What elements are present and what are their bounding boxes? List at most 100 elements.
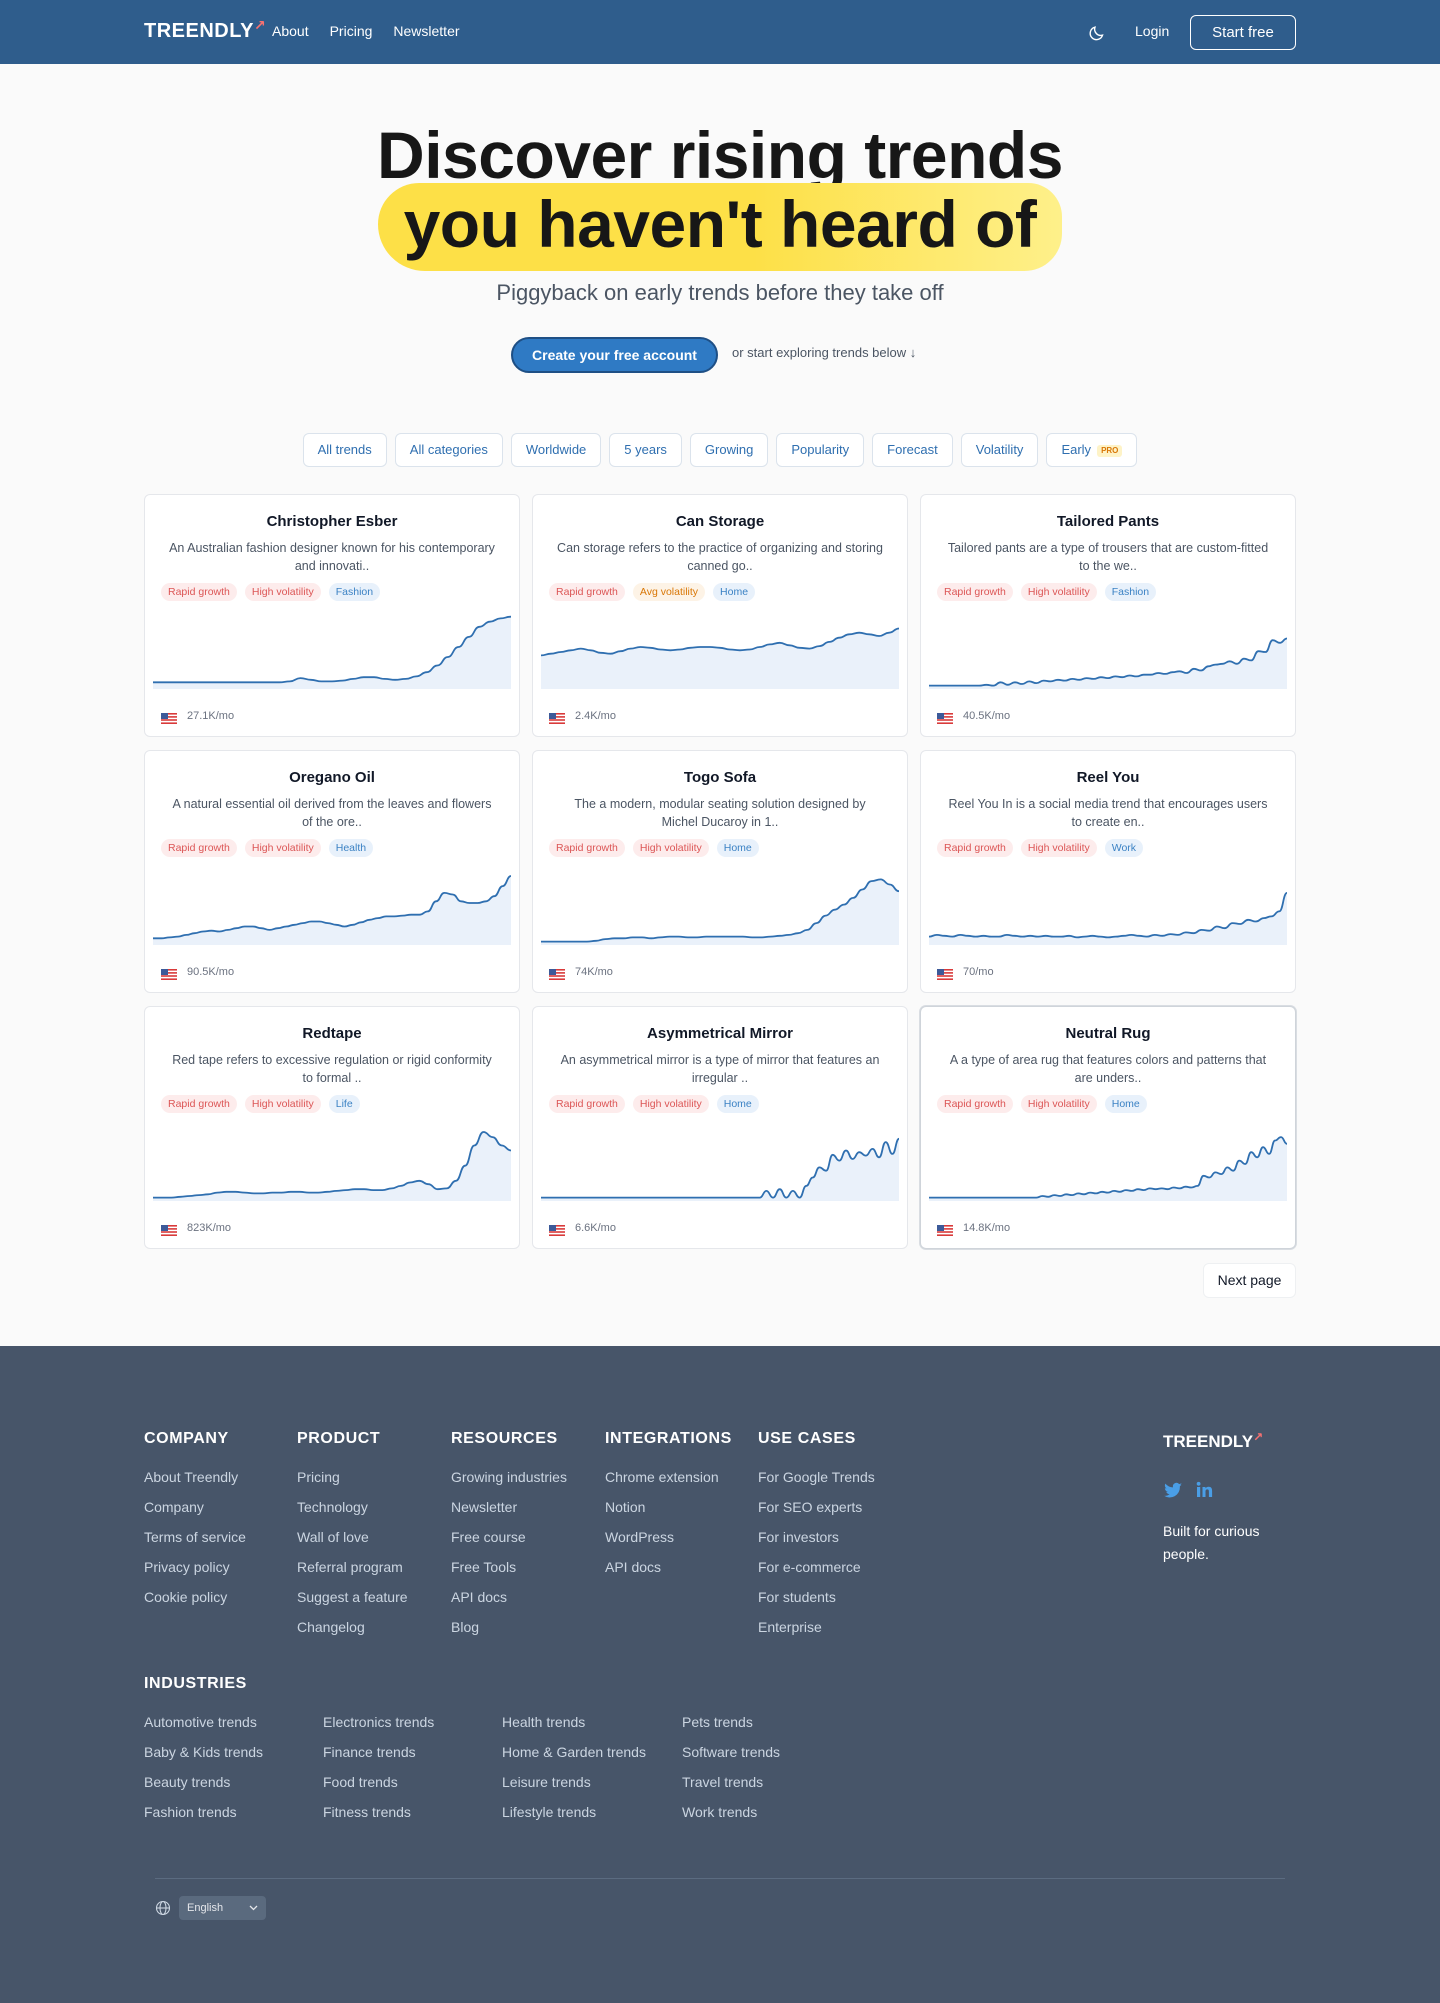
- language-select[interactable]: English: [179, 1896, 266, 1920]
- search-volume: 70/mo: [963, 966, 994, 978]
- footer-link[interactable]: For investors: [758, 1529, 839, 1545]
- us-flag-icon: [161, 969, 177, 980]
- tag-growth: Rapid growth: [161, 583, 237, 601]
- footer-link[interactable]: Growing industries: [451, 1469, 567, 1485]
- industry-link[interactable]: Leisure trends: [502, 1774, 591, 1790]
- footer-link[interactable]: Blog: [451, 1619, 479, 1635]
- industry-link[interactable]: Automotive trends: [144, 1714, 257, 1730]
- footer-link[interactable]: Terms of service: [144, 1529, 246, 1545]
- trend-card[interactable]: Asymmetrical Mirror An asymmetrical mirr…: [532, 1006, 908, 1249]
- hero-title: Discover rising trends: [377, 118, 1063, 192]
- footer-link[interactable]: Chrome extension: [605, 1469, 719, 1485]
- filter-timeframe[interactable]: 5 years: [609, 433, 682, 467]
- footer-link[interactable]: Cookie policy: [144, 1589, 227, 1605]
- tag-volatility: High volatility: [632, 1095, 709, 1113]
- footer-link[interactable]: API docs: [605, 1559, 661, 1575]
- card-tags: Rapid growth High volatility Fashion: [161, 583, 381, 601]
- footer-link[interactable]: Enterprise: [758, 1619, 822, 1635]
- filter-growing[interactable]: Growing: [689, 433, 769, 467]
- industry-link[interactable]: Work trends: [682, 1804, 757, 1820]
- footer-logo[interactable]: TREENDLY↗: [1163, 1430, 1264, 1452]
- card-tags: Rapid growth Avg volatility Home: [549, 583, 756, 601]
- footer-link[interactable]: Suggest a feature: [297, 1589, 408, 1605]
- footer-link[interactable]: Free course: [451, 1529, 526, 1545]
- card-title: Christopher Esber: [266, 513, 398, 530]
- search-volume: 90.5K/mo: [187, 966, 235, 978]
- filter-all-categories[interactable]: All categories: [394, 433, 503, 467]
- login-link[interactable]: Login: [1135, 23, 1169, 39]
- industry-link[interactable]: Beauty trends: [144, 1774, 230, 1790]
- trend-card[interactable]: Redtape Red tape refers to excessive reg…: [144, 1006, 520, 1249]
- footer-link[interactable]: Technology: [297, 1499, 368, 1515]
- trend-sparkline: [541, 1137, 899, 1201]
- industry-link[interactable]: Lifestyle trends: [502, 1804, 596, 1820]
- trend-arrow-icon: ↗: [1253, 1430, 1264, 1444]
- footer-link[interactable]: Notion: [605, 1499, 645, 1515]
- footer-link[interactable]: Newsletter: [451, 1499, 517, 1515]
- industry-link[interactable]: Food trends: [323, 1774, 398, 1790]
- footer-link[interactable]: WordPress: [605, 1529, 674, 1545]
- logo[interactable]: TREENDLY↗: [144, 17, 266, 43]
- card-title: Redtape: [302, 1025, 362, 1042]
- filter-popularity[interactable]: Popularity: [776, 433, 865, 467]
- start-free-button[interactable]: Start free: [1190, 15, 1296, 50]
- filter-volatility[interactable]: Volatility: [960, 433, 1039, 467]
- industry-link[interactable]: Finance trends: [323, 1744, 416, 1760]
- industry-link[interactable]: Software trends: [682, 1744, 780, 1760]
- us-flag-icon: [937, 969, 953, 980]
- filter-region[interactable]: Worldwide: [510, 433, 602, 467]
- trend-card[interactable]: Oregano Oil A natural essential oil deri…: [144, 750, 520, 993]
- industry-link[interactable]: Baby & Kids trends: [144, 1744, 263, 1760]
- industry-link[interactable]: Travel trends: [682, 1774, 763, 1790]
- globe-icon: [155, 1900, 171, 1916]
- filter-early[interactable]: Early PRO: [1046, 433, 1138, 467]
- footer-link[interactable]: For Google Trends: [758, 1469, 875, 1485]
- trend-card[interactable]: Christopher Esber An Australian fashion …: [144, 494, 520, 737]
- card-title: Tailored Pants: [1056, 513, 1160, 530]
- industry-link[interactable]: Health trends: [502, 1714, 585, 1730]
- card-tags: Rapid growth High volatility Life: [161, 1095, 360, 1113]
- tag-category: Life: [328, 1095, 360, 1113]
- footer-link[interactable]: For SEO experts: [758, 1499, 862, 1515]
- trend-card[interactable]: Neutral Rug A a type of area rug that fe…: [920, 1006, 1296, 1249]
- footer-link[interactable]: Wall of love: [297, 1529, 369, 1545]
- us-flag-icon: [937, 713, 953, 724]
- card-title: Can Storage: [675, 513, 765, 530]
- industry-link[interactable]: Electronics trends: [323, 1714, 434, 1730]
- footer-link[interactable]: Free Tools: [451, 1559, 516, 1575]
- create-account-button[interactable]: Create your free account: [511, 337, 718, 373]
- search-volume: 6.6K/mo: [575, 1222, 616, 1234]
- trend-sparkline: [153, 1131, 511, 1201]
- moon-icon[interactable]: [1088, 22, 1108, 42]
- nav-link-about[interactable]: About: [272, 23, 309, 39]
- footer-link[interactable]: About Treendly: [144, 1469, 238, 1485]
- footer-link[interactable]: For e-commerce: [758, 1559, 861, 1575]
- industry-link[interactable]: Pets trends: [682, 1714, 753, 1730]
- industry-link[interactable]: Fitness trends: [323, 1804, 411, 1820]
- trend-card[interactable]: Can Storage Can storage refers to the pr…: [532, 494, 908, 737]
- footer-link[interactable]: For students: [758, 1589, 836, 1605]
- card-title: Togo Sofa: [683, 769, 757, 786]
- trend-card[interactable]: Tailored Pants Tailored pants are a type…: [920, 494, 1296, 737]
- linkedin-icon[interactable]: [1195, 1480, 1215, 1500]
- nav-link-pricing[interactable]: Pricing: [330, 23, 373, 39]
- tag-growth: Rapid growth: [161, 839, 237, 857]
- industry-link[interactable]: Home & Garden trends: [502, 1744, 646, 1760]
- footer-link[interactable]: Referral program: [297, 1559, 403, 1575]
- filter-forecast[interactable]: Forecast: [872, 433, 953, 467]
- footer-heading-company: COMPANY: [144, 1430, 229, 1447]
- footer-link[interactable]: Company: [144, 1499, 204, 1515]
- footer-link[interactable]: Changelog: [297, 1619, 365, 1635]
- trend-card[interactable]: Togo Sofa The a modern, modular seating …: [532, 750, 908, 993]
- footer-link[interactable]: Privacy policy: [144, 1559, 230, 1575]
- footer-link[interactable]: Pricing: [297, 1469, 340, 1485]
- footer-link[interactable]: API docs: [451, 1589, 507, 1605]
- nav-link-newsletter[interactable]: Newsletter: [393, 23, 459, 39]
- search-volume: 40.5K/mo: [963, 710, 1011, 722]
- twitter-icon[interactable]: [1163, 1480, 1183, 1500]
- next-page-button[interactable]: Next page: [1203, 1263, 1296, 1298]
- tag-volatility: High volatility: [1020, 839, 1097, 857]
- industry-link[interactable]: Fashion trends: [144, 1804, 237, 1820]
- filter-all-trends[interactable]: All trends: [302, 433, 387, 467]
- trend-card[interactable]: Reel You Reel You In is a social media t…: [920, 750, 1296, 993]
